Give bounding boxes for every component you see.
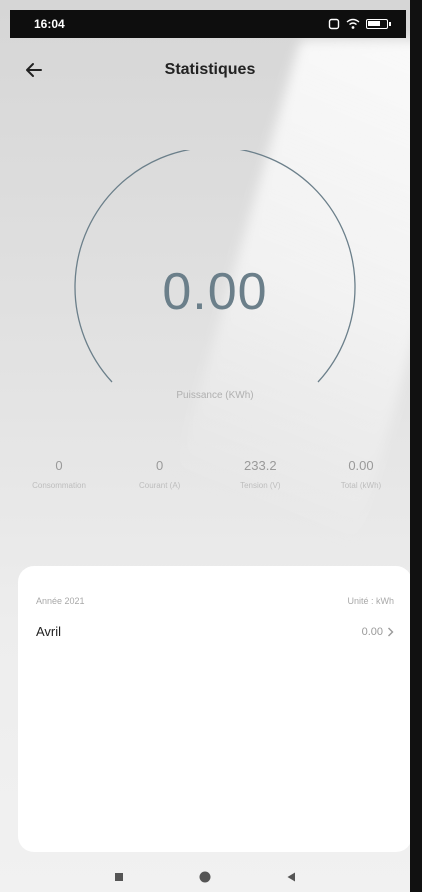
recent-apps-button[interactable] xyxy=(111,869,127,885)
stat-label: Total (kWh) xyxy=(340,481,382,490)
card-header: Année 2021 Unité : kWh xyxy=(18,566,412,606)
stat-item: 233.2 Tension (V) xyxy=(215,458,305,490)
status-time: 16:04 xyxy=(34,17,65,31)
stat-value: 233.2 xyxy=(244,458,277,473)
stat-label: Consommation xyxy=(32,481,86,490)
stat-item: 0 Consommation xyxy=(14,458,104,490)
arrow-left-icon xyxy=(26,63,42,77)
gauge-value: 0.00 xyxy=(162,263,268,321)
stat-item: 0 Courant (A) xyxy=(115,458,205,490)
stat-item: 0.00 Total (kWh) xyxy=(316,458,406,490)
page-title: Statistiques xyxy=(164,61,256,78)
stat-label: Courant (A) xyxy=(138,481,181,490)
stats-row: 0 Consommation 0 Courant (A) 233.2 Tensi… xyxy=(14,458,406,490)
stat-value: 0.00 xyxy=(348,458,374,473)
battery-icon xyxy=(366,19,391,29)
wifi-icon xyxy=(346,18,360,29)
gauge-label: Puissance (KWh) xyxy=(176,390,254,401)
month-row[interactable]: Avril 0.00 xyxy=(18,606,412,639)
app-header: Statistiques xyxy=(10,50,410,90)
stat-value: 0 xyxy=(156,458,164,473)
month-value-group: 0.00 xyxy=(362,626,394,638)
chevron-right-icon xyxy=(388,627,394,636)
month-name: Avril xyxy=(36,624,62,639)
triangle-back-icon xyxy=(287,872,295,882)
status-icons xyxy=(328,18,391,30)
monthly-stats-card: Année 2021 Unité : kWh Avril 0.00 xyxy=(18,566,412,852)
status-bar: 16:04 xyxy=(10,10,406,38)
square-icon xyxy=(115,873,123,881)
system-back-button[interactable] xyxy=(283,869,299,885)
month-value: 0.00 xyxy=(361,625,383,638)
system-nav-bar xyxy=(0,862,410,892)
home-button[interactable] xyxy=(197,869,213,885)
device-bezel xyxy=(410,0,422,892)
stat-label: Tension (V) xyxy=(240,481,281,490)
back-button[interactable] xyxy=(20,56,48,84)
year-label: Année 2021 xyxy=(36,596,85,606)
unit-label: Unité : kWh xyxy=(347,596,394,606)
alarm-icon xyxy=(328,18,340,30)
stat-value: 0 xyxy=(55,458,63,473)
circle-icon xyxy=(199,871,211,883)
